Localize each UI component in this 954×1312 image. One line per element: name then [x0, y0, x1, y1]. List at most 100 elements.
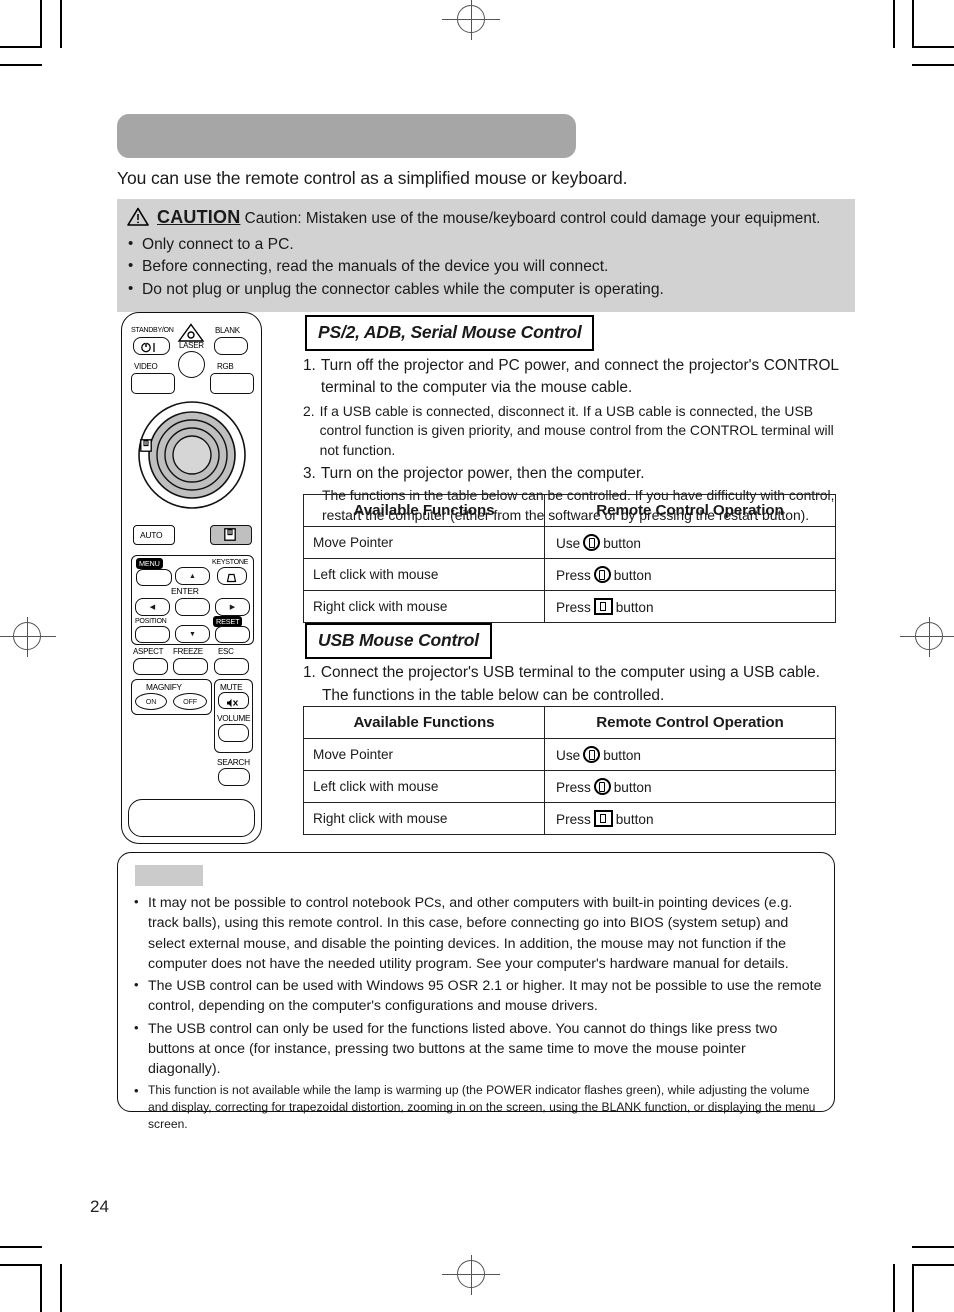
step-number: 1. — [303, 357, 316, 374]
up-arrow-button[interactable]: ▲ — [175, 567, 210, 585]
crop-mark-bottom-left-h2 — [0, 1246, 42, 1248]
disc-mouse-icon — [140, 439, 152, 457]
operation-verb: Press — [556, 812, 591, 827]
cell-operation: Press button — [544, 558, 836, 591]
keystone-icon — [226, 570, 237, 588]
magnify-off-button[interactable]: OFF — [173, 693, 207, 710]
list-item: Before connecting, read the manuals of t… — [127, 255, 845, 279]
crop-mark-bottom-left-v2 — [60, 1264, 62, 1312]
magnify-on-button[interactable]: ON — [135, 693, 167, 710]
usb-operations-table: Available Functions Remote Control Opera… — [303, 706, 836, 835]
cell-operation: Press button — [544, 770, 836, 803]
menu-button[interactable] — [136, 569, 172, 586]
remote-label-search: SEARCH — [217, 757, 250, 767]
rect-mouse-icon — [593, 810, 613, 827]
remote-control-diagram: STANDBY/ON LASER BLANK VIDEO RGB AUTO ME… — [121, 312, 262, 844]
rgb-button[interactable] — [210, 373, 254, 394]
remote-label-enter: ENTER — [171, 586, 199, 596]
cell-operation: Press button — [544, 590, 836, 623]
table-row: Left click with mouse Press button — [303, 558, 836, 591]
remote-label-video: VIDEO — [134, 362, 158, 371]
disc-mouse-icon — [224, 528, 236, 546]
section-title-banner — [117, 114, 576, 158]
right-arrow-button[interactable]: ▶ — [215, 598, 250, 616]
intro-text: You can use the remote control as a simp… — [117, 168, 628, 188]
crop-mark-bottom-right-h — [912, 1264, 954, 1266]
ps2-operations-table: Available Functions Remote Control Opera… — [303, 494, 836, 623]
pointer-disc-pad[interactable] — [138, 401, 246, 514]
crop-mark-top-left-v — [40, 0, 42, 48]
remote-label-freeze: FREEZE — [173, 647, 203, 656]
cell-function: Right click with mouse — [303, 802, 545, 835]
table-header-row: Available Functions Remote Control Opera… — [303, 494, 836, 527]
esc-button[interactable] — [214, 658, 249, 675]
table-row: Move Pointer Use button — [303, 526, 836, 559]
list-item: The USB control can only be used for the… — [132, 1019, 822, 1080]
left-arrow-button[interactable]: ◀ — [135, 598, 170, 616]
note-title-placeholder — [135, 865, 203, 886]
crop-mark-top-right-v — [893, 0, 895, 48]
list-item: Only connect to a PC. — [127, 233, 845, 257]
list-item: This function is not available while the… — [132, 1082, 822, 1134]
operation-verb: Press — [556, 600, 591, 615]
video-button[interactable] — [131, 373, 175, 394]
caution-subtext: Caution: Mistaken use of the mouse/keybo… — [244, 210, 821, 227]
cell-function: Move Pointer — [303, 526, 545, 559]
crop-mark-top-left-h — [0, 46, 42, 48]
remote-label-magnify: MAGNIFY — [146, 682, 182, 692]
cell-function: Left click with mouse — [303, 558, 545, 591]
operation-verb: Use — [556, 748, 581, 763]
aspect-button[interactable] — [133, 658, 168, 675]
section-heading-usb: USB Mouse Control — [305, 623, 492, 659]
remote-label-auto: AUTO — [140, 530, 163, 540]
crop-mark-bottom-right-v2 — [912, 1264, 914, 1312]
reset-button[interactable] — [215, 626, 250, 643]
registration-mark-top — [442, 0, 500, 40]
column-header-functions: Available Functions — [303, 706, 545, 739]
registration-mark-left — [0, 617, 56, 657]
table-header-row: Available Functions Remote Control Opera… — [303, 706, 836, 739]
column-header-operation: Remote Control Operation — [544, 706, 836, 739]
cell-function: Right click with mouse — [303, 590, 545, 623]
operation-suffix: button — [613, 568, 652, 583]
enter-button[interactable] — [175, 598, 210, 616]
freeze-button[interactable] — [173, 658, 208, 675]
search-button[interactable] — [218, 768, 250, 786]
operation-verb: Use — [556, 536, 581, 551]
down-arrow-button[interactable]: ▼ — [175, 625, 210, 643]
table-row: Left click with mouse Press button — [303, 770, 836, 803]
cell-function: Left click with mouse — [303, 770, 545, 803]
disc-mouse-icon — [593, 566, 611, 583]
position-button[interactable] — [135, 626, 170, 643]
caution-box: CAUTION Caution: Mistaken use of the mou… — [117, 199, 855, 312]
operation-suffix: button — [603, 748, 641, 763]
laser-button[interactable] — [178, 351, 205, 378]
volume-button[interactable] — [218, 724, 249, 742]
list-item: It may not be possible to control notebo… — [132, 893, 822, 974]
remote-label-standby: STANDBY/ON — [131, 326, 174, 334]
cell-operation: Use button — [544, 738, 836, 771]
operation-suffix: button — [613, 780, 652, 795]
caution-bullet-list: Only connect to a PC. Before connecting,… — [127, 233, 845, 302]
page-number: 24 — [90, 1197, 109, 1216]
remote-label-rgb: RGB — [217, 362, 234, 371]
crop-mark-top-right-h — [912, 46, 954, 48]
operation-suffix: button — [615, 600, 654, 615]
list-item: The USB control can be used with Windows… — [132, 976, 822, 1017]
mute-speaker-icon — [226, 695, 239, 713]
operation-verb: Press — [556, 568, 591, 583]
column-header-operation: Remote Control Operation — [544, 494, 836, 527]
registration-mark-bottom — [442, 1255, 500, 1295]
remote-bottom-edge — [128, 799, 255, 837]
crop-mark-top-left-v2 — [60, 0, 62, 48]
note-box: It may not be possible to control notebo… — [117, 852, 835, 1131]
step-text: If a USB cable is connected, disconnect … — [319, 402, 834, 459]
crop-mark-bottom-left-v — [40, 1264, 42, 1312]
remote-label-volume: VOLUME — [217, 713, 251, 723]
blank-button[interactable] — [214, 337, 248, 355]
list-item: Do not plug or unplug the connector cabl… — [127, 278, 845, 302]
step-text: Turn off the projector and PC power, and… — [320, 357, 839, 397]
section-heading-ps2: PS/2, ADB, Serial Mouse Control — [305, 315, 595, 351]
table-row: Move Pointer Use button — [303, 738, 836, 771]
usb-step1-subtext: The functions in the table below can be … — [322, 687, 665, 705]
